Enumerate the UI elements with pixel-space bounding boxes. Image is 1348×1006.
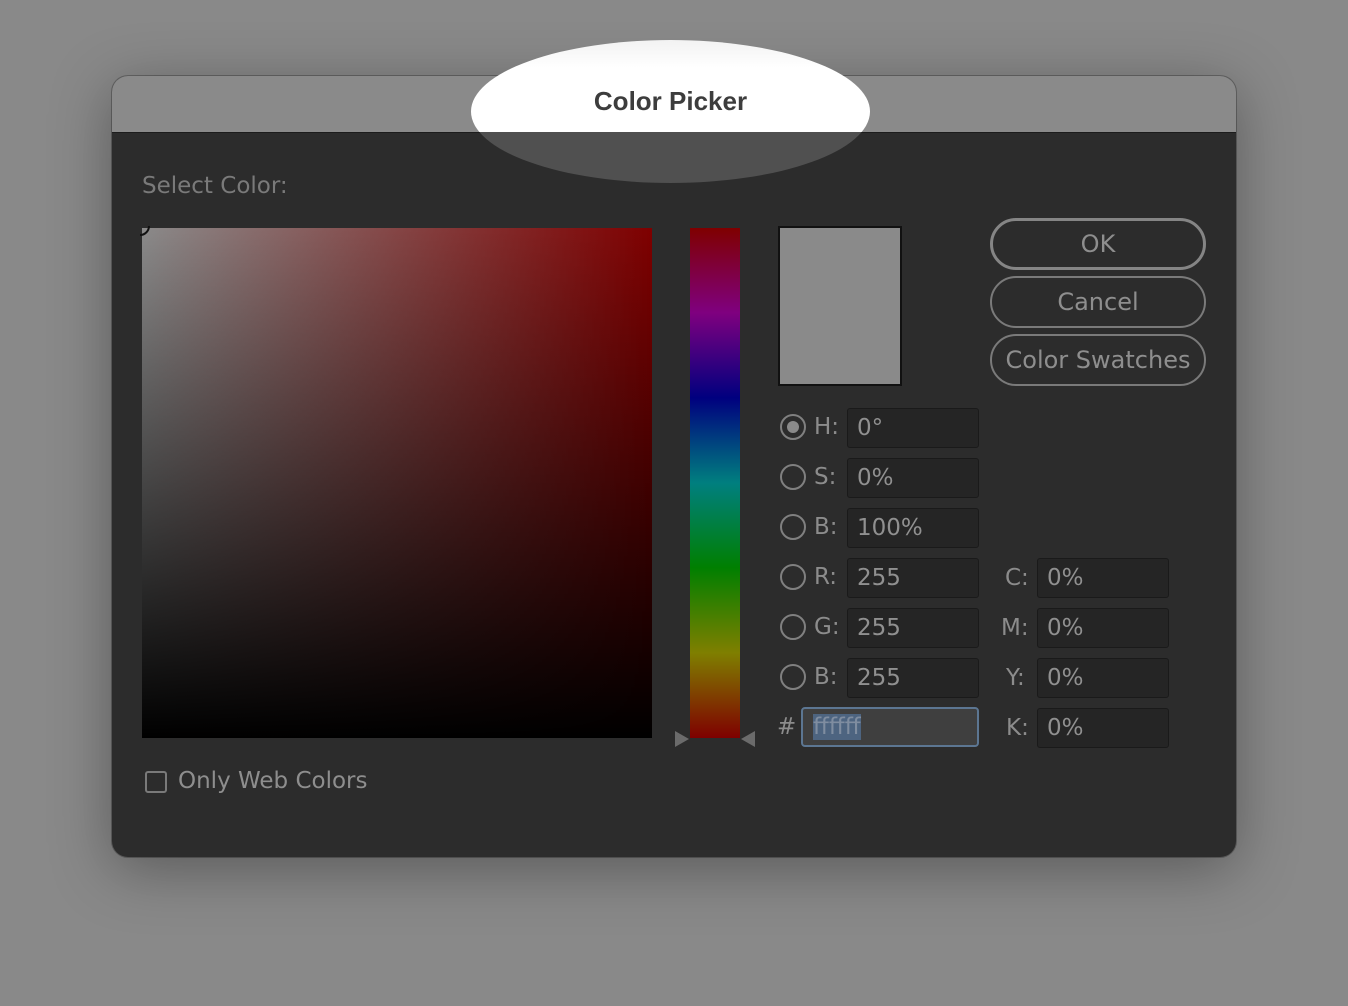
color-swatches-button[interactable]: Color Swatches <box>990 334 1206 386</box>
brightness-input[interactable]: 100% <box>847 508 979 548</box>
blue-radio[interactable] <box>780 664 806 690</box>
magenta-input[interactable]: 0% <box>1037 608 1169 648</box>
green-input[interactable]: 255 <box>847 608 979 648</box>
color-preview-swatch <box>778 226 902 386</box>
hex-label: # <box>777 714 797 740</box>
green-label: G: <box>814 614 840 640</box>
saturation-radio[interactable] <box>780 464 806 490</box>
black-label: K: <box>1006 715 1029 741</box>
hex-input[interactable]: ffffff <box>801 707 979 747</box>
only-web-colors-checkbox[interactable] <box>145 771 167 793</box>
triangle-left-icon[interactable] <box>741 731 755 747</box>
green-radio[interactable] <box>780 614 806 640</box>
blue-input[interactable]: 255 <box>847 658 979 698</box>
hex-value: ffffff <box>813 714 861 740</box>
saturation-label: S: <box>814 464 837 490</box>
yellow-label: Y: <box>1006 665 1025 691</box>
blue-label: B: <box>814 664 838 690</box>
hue-slider[interactable] <box>690 228 740 738</box>
select-color-label: Select Color: <box>142 173 288 199</box>
hue-radio[interactable] <box>780 414 806 440</box>
red-label: R: <box>814 564 838 590</box>
brightness-radio[interactable] <box>780 514 806 540</box>
red-radio[interactable] <box>780 564 806 590</box>
cyan-label: C: <box>1005 565 1029 591</box>
only-web-colors-label[interactable]: Only Web Colors <box>178 768 367 794</box>
hue-label: H: <box>814 414 840 440</box>
magenta-label: M: <box>1001 615 1029 641</box>
yellow-input[interactable]: 0% <box>1037 658 1169 698</box>
brightness-label: B: <box>814 514 838 540</box>
saturation-brightness-field[interactable] <box>142 228 652 738</box>
cancel-button[interactable]: Cancel <box>990 276 1206 328</box>
dialog-title: Color Picker <box>593 86 748 116</box>
hue-input[interactable]: 0° <box>847 408 979 448</box>
triangle-right-icon[interactable] <box>675 731 689 747</box>
red-input[interactable]: 255 <box>847 558 979 598</box>
saturation-input[interactable]: 0% <box>847 458 979 498</box>
ok-button[interactable]: OK <box>990 218 1206 270</box>
black-input[interactable]: 0% <box>1037 708 1169 748</box>
cyan-input[interactable]: 0% <box>1037 558 1169 598</box>
